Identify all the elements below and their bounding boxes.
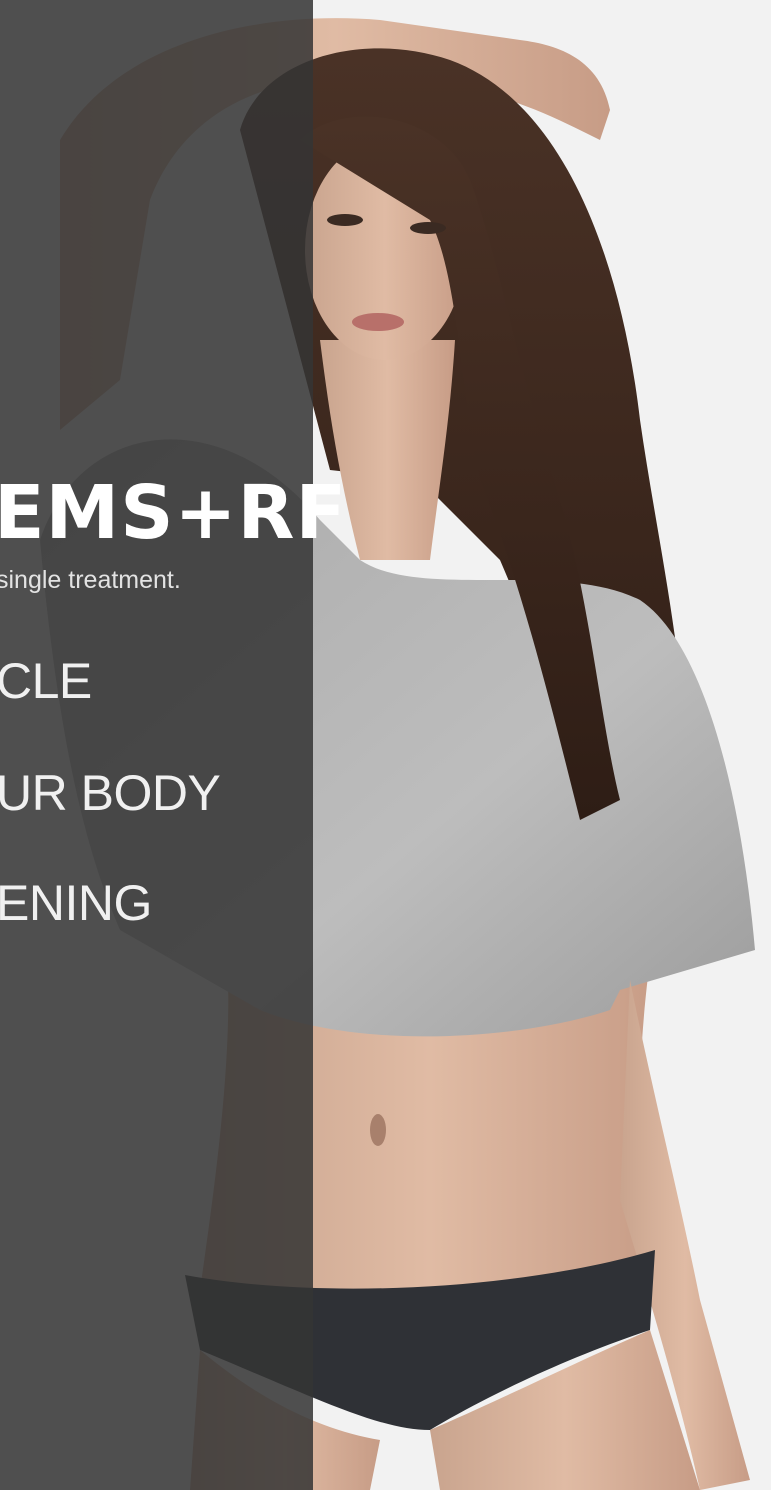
feature-line-1: CLE <box>0 653 92 709</box>
feature-line-3: ENING <box>0 875 152 931</box>
banner-headline: EMS+RF <box>0 470 348 556</box>
feature-line-2: UR BODY <box>0 765 221 821</box>
ad-banner: EMS+RF single treatment. CLE UR BODY ENI… <box>0 0 771 1490</box>
banner-tagline: single treatment. <box>0 566 181 594</box>
dark-overlay-panel <box>0 0 313 1490</box>
